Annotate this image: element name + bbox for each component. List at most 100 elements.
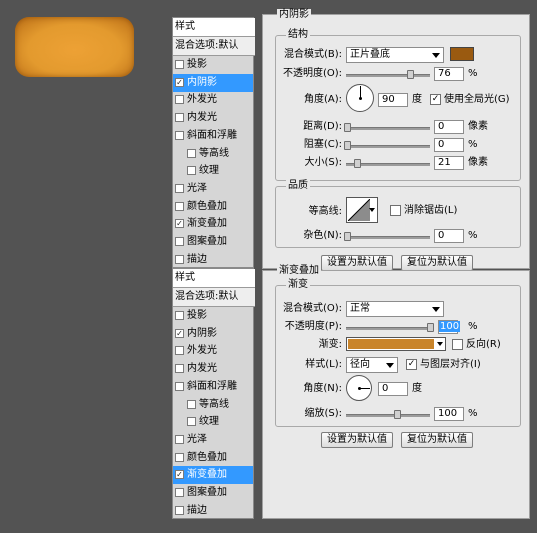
style-item[interactable]: 内发光 bbox=[173, 109, 253, 127]
style-item-checkbox[interactable] bbox=[175, 505, 184, 515]
style-item-checkbox[interactable]: ✓ bbox=[175, 219, 184, 229]
style-item-checkbox[interactable] bbox=[175, 237, 184, 246]
style-item-checkbox[interactable] bbox=[175, 60, 184, 69]
opacity-slider-thumb[interactable] bbox=[406, 70, 414, 79]
scale-input[interactable]: 100 bbox=[434, 407, 464, 421]
style-item[interactable]: 描边 bbox=[173, 251, 253, 269]
noise-slider-thumb[interactable] bbox=[344, 232, 351, 241]
opacity-slider[interactable] bbox=[346, 74, 430, 77]
blend-mode-value: 正片叠底 bbox=[350, 49, 390, 60]
style-item[interactable]: 光泽 bbox=[173, 180, 253, 198]
angle-dial[interactable] bbox=[346, 84, 374, 112]
style-item[interactable]: 光泽 bbox=[173, 431, 253, 449]
size-input[interactable]: 21 bbox=[434, 156, 464, 170]
style-item-checkbox[interactable] bbox=[175, 434, 184, 444]
gradient-picker[interactable] bbox=[346, 337, 446, 351]
style-item[interactable]: 颜色叠加 bbox=[173, 449, 253, 467]
distance-slider-thumb[interactable] bbox=[344, 123, 351, 132]
style-item-label: 渐变叠加 bbox=[187, 218, 227, 230]
blend-mode-select[interactable]: 正片叠底 bbox=[346, 47, 444, 63]
style-item-checkbox[interactable] bbox=[175, 381, 184, 391]
angle-input[interactable]: 0 bbox=[378, 382, 408, 396]
style-item-checkbox[interactable]: ✓ bbox=[175, 328, 184, 338]
blend-options-default[interactable]: 混合选项:默认 bbox=[173, 288, 255, 307]
style-item-checkbox[interactable] bbox=[175, 183, 184, 193]
style-item[interactable]: 等高线 bbox=[173, 396, 253, 414]
reverse-checkbox[interactable] bbox=[452, 339, 463, 350]
style-item-checkbox[interactable]: ✓ bbox=[175, 470, 184, 480]
blend-options-default[interactable]: 混合选项:默认 bbox=[173, 37, 255, 56]
noise-slider[interactable] bbox=[346, 236, 430, 239]
style-item[interactable]: 内发光 bbox=[173, 360, 253, 378]
style-item-label: 斜面和浮雕 bbox=[187, 380, 237, 392]
style-item[interactable]: 投影 bbox=[173, 56, 253, 74]
style-item-checkbox[interactable] bbox=[187, 399, 196, 409]
style-select[interactable]: 径向 bbox=[346, 357, 398, 373]
scale-slider-thumb[interactable] bbox=[394, 410, 401, 419]
degree-unit: 度 bbox=[412, 94, 422, 105]
style-item[interactable]: 图案叠加 bbox=[173, 233, 253, 251]
gradient-caption: 渐变 bbox=[286, 279, 310, 291]
style-item[interactable]: ✓ 内阴影 bbox=[173, 325, 253, 343]
style-item-checkbox[interactable] bbox=[175, 95, 184, 105]
antialias-checkbox[interactable] bbox=[390, 205, 401, 216]
style-item-checkbox[interactable] bbox=[175, 452, 184, 462]
style-item[interactable]: 图案叠加 bbox=[173, 484, 253, 502]
style-item-checkbox[interactable] bbox=[187, 417, 196, 427]
style-item[interactable]: ✓ 渐变叠加 bbox=[173, 215, 253, 233]
style-item[interactable]: 纹理 bbox=[173, 413, 253, 431]
style-item-checkbox[interactable] bbox=[187, 166, 196, 176]
style-item-label: 内阴影 bbox=[187, 76, 217, 88]
global-light-checkbox[interactable]: ✓ bbox=[430, 94, 441, 105]
style-item-label: 外发光 bbox=[187, 94, 217, 106]
shadow-color-swatch[interactable] bbox=[450, 47, 474, 61]
style-item-checkbox[interactable]: ✓ bbox=[175, 77, 184, 87]
style-item-label: 内发光 bbox=[187, 112, 217, 124]
choke-slider[interactable] bbox=[346, 145, 430, 148]
align-layer-checkbox[interactable]: ✓ bbox=[406, 359, 417, 370]
choke-input[interactable]: 0 bbox=[434, 138, 464, 152]
reset-default-button[interactable]: 复位为默认值 bbox=[401, 255, 473, 271]
opacity-slider[interactable] bbox=[346, 327, 430, 330]
style-item[interactable]: 斜面和浮雕 bbox=[173, 378, 253, 396]
opacity-input[interactable]: 76 bbox=[434, 67, 464, 81]
size-slider-thumb[interactable] bbox=[354, 159, 361, 168]
set-default-button[interactable]: 设置为默认值 bbox=[321, 255, 393, 271]
style-item[interactable]: 投影 bbox=[173, 307, 253, 325]
style-item-checkbox[interactable] bbox=[175, 346, 184, 356]
style-item-checkbox[interactable] bbox=[175, 488, 184, 497]
reset-default-button[interactable]: 复位为默认值 bbox=[401, 432, 473, 448]
angle-dial[interactable] bbox=[346, 375, 372, 401]
style-item-checkbox[interactable] bbox=[187, 148, 196, 158]
style-item[interactable]: 外发光 bbox=[173, 91, 253, 109]
choke-slider-thumb[interactable] bbox=[344, 141, 351, 150]
style-item[interactable]: ✓ 渐变叠加 bbox=[173, 466, 253, 485]
style-item[interactable]: 斜面和浮雕 bbox=[173, 127, 253, 145]
style-item[interactable]: 等高线 bbox=[173, 145, 253, 163]
blend-mode-select[interactable]: 正常 bbox=[346, 301, 444, 317]
reverse-label: 反向(R) bbox=[466, 339, 501, 350]
distance-input[interactable]: 0 bbox=[434, 120, 464, 134]
set-default-button[interactable]: 设置为默认值 bbox=[321, 432, 393, 448]
style-item-checkbox[interactable] bbox=[175, 254, 184, 264]
noise-input[interactable]: 0 bbox=[434, 229, 464, 243]
style-item[interactable]: 外发光 bbox=[173, 342, 253, 360]
style-item[interactable]: 颜色叠加 bbox=[173, 198, 253, 216]
style-item-checkbox[interactable] bbox=[175, 364, 184, 374]
distance-slider[interactable] bbox=[346, 127, 430, 130]
panel-title: 内阴影 bbox=[277, 9, 311, 21]
style-item-checkbox[interactable] bbox=[175, 130, 184, 140]
opacity-slider-thumb[interactable] bbox=[427, 323, 434, 332]
style-item-label: 内阴影 bbox=[187, 327, 217, 339]
style-item[interactable]: 纹理 bbox=[173, 162, 253, 180]
scale-slider[interactable] bbox=[346, 414, 430, 417]
style-item[interactable]: 描边 bbox=[173, 502, 253, 520]
opacity-input[interactable]: 100 bbox=[438, 320, 461, 334]
angle-input[interactable]: 90 bbox=[378, 93, 408, 107]
style-item-label: 颜色叠加 bbox=[187, 200, 227, 212]
contour-picker[interactable] bbox=[346, 197, 378, 223]
style-item-checkbox[interactable] bbox=[175, 311, 184, 320]
style-item-checkbox[interactable] bbox=[175, 201, 184, 211]
style-item[interactable]: ✓ 内阴影 bbox=[173, 73, 253, 92]
style-item-checkbox[interactable] bbox=[175, 113, 184, 123]
